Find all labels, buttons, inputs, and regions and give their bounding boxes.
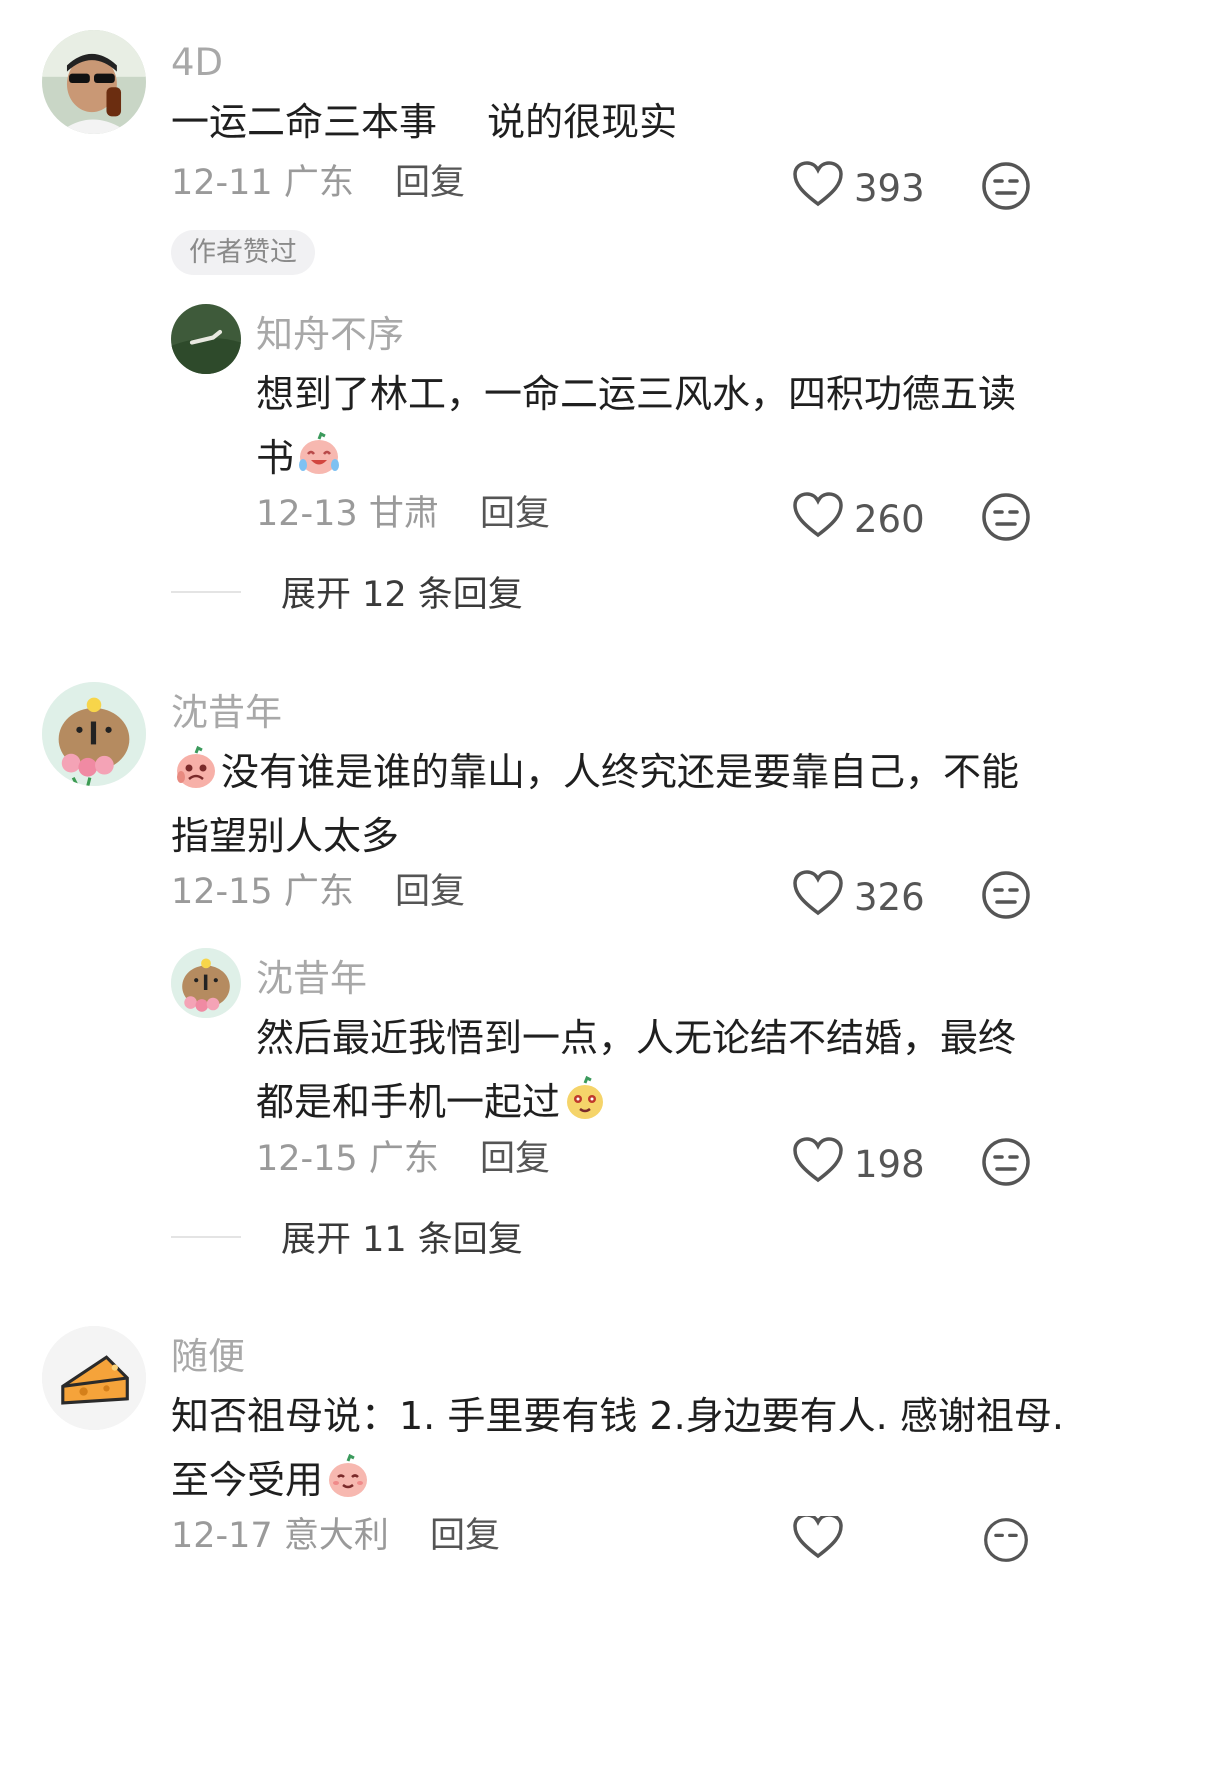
shy-peach-emoji-icon — [329, 1453, 368, 1497]
meh-face-icon — [982, 162, 1030, 210]
reply-button[interactable]: 回复 — [395, 163, 465, 203]
comment-meta: 12-15 广东 回复 — [171, 875, 465, 910]
username[interactable]: 知舟不序 — [256, 316, 404, 353]
comment-date: 12-15 — [171, 872, 273, 912]
crying-laugh-emoji-icon — [299, 431, 340, 474]
meh-face-icon — [982, 1138, 1030, 1186]
username[interactable]: 4D — [171, 44, 223, 81]
divider-line — [171, 1235, 241, 1238]
dislike-button[interactable] — [980, 491, 1032, 543]
comment-date: 12-11 — [171, 163, 273, 203]
comment-location: 广东 — [368, 1139, 439, 1179]
expand-replies-label: 展开 11 条回复 — [281, 1220, 523, 1260]
comment-text: 没有谁是谁的靠山，人终究还是要靠自己，不能 指望别人太多 — [171, 740, 1051, 868]
comment-text-line: 至今受用 — [171, 1448, 1071, 1512]
comment-location: 广东 — [283, 872, 354, 912]
expand-replies-button[interactable]: 展开 11 条回复 — [171, 1211, 523, 1262]
meh-face-icon — [984, 1518, 1028, 1562]
comment-date: 12-17 — [171, 1516, 273, 1556]
heart-outline-icon — [792, 1516, 844, 1564]
heart-outline-icon — [792, 160, 844, 217]
comment-text-line: 指望别人太多 — [171, 814, 400, 858]
comment-text-line: 然后最近我悟到一点，人无论结不结婚，最终 — [256, 1016, 1017, 1060]
dislike-button[interactable] — [980, 1136, 1032, 1188]
comment-meta: 12-13 甘肃 回复 — [256, 497, 550, 532]
username[interactable]: 沈昔年 — [256, 960, 367, 997]
like-count: 260 — [854, 498, 925, 541]
comment-text-line: 都是和手机一起过 — [256, 1070, 1036, 1134]
comment-text-line: 知否祖母说：1. 手里要有钱 2.身边要有人. 感谢祖母. — [171, 1394, 1064, 1438]
avatar[interactable] — [42, 682, 146, 786]
comment-meta: 12-17 意大利 回复 — [171, 1519, 500, 1554]
comment-text: 一运二命三本事 说的很现实 — [171, 100, 678, 144]
like-count: 198 — [854, 1143, 925, 1186]
like-button[interactable]: 260 — [792, 491, 925, 548]
like-count: 393 — [854, 167, 925, 210]
comment-date: 12-13 — [256, 494, 358, 534]
reply-button[interactable]: 回复 — [430, 1516, 500, 1556]
like-count: 326 — [854, 876, 925, 919]
dislike-button[interactable] — [980, 1516, 1032, 1564]
comment-text: 想到了林工，一命二运三风水，四积功德五读 书 — [256, 362, 1036, 490]
like-button[interactable] — [792, 1516, 844, 1564]
avatar[interactable] — [42, 30, 146, 134]
meh-face-icon — [982, 871, 1030, 919]
heart-outline-icon — [792, 1136, 844, 1193]
comment-location: 意大利 — [283, 1516, 389, 1556]
comment-text-line: 没有谁是谁的靠山，人终究还是要靠自己，不能 — [171, 740, 1051, 804]
author-liked-badge: 作者赞过 — [171, 230, 315, 275]
divider-line — [171, 590, 241, 593]
reply-button[interactable]: 回复 — [395, 872, 465, 912]
reply-button[interactable]: 回复 — [480, 1139, 550, 1179]
like-button[interactable]: 326 — [792, 869, 925, 926]
username[interactable]: 沈昔年 — [171, 694, 282, 731]
smug-pear-emoji-icon — [567, 1075, 604, 1119]
expand-replies-label: 展开 12 条回复 — [281, 575, 523, 615]
like-button[interactable]: 393 — [792, 160, 925, 217]
comment-date: 12-15 — [256, 1139, 358, 1179]
comment-text-line: 想到了林工，一命二运三风水，四积功德五读 — [256, 372, 1017, 416]
heart-outline-icon — [792, 869, 844, 926]
avatar[interactable] — [171, 304, 241, 374]
comment-location: 广东 — [283, 163, 354, 203]
comment-location: 甘肃 — [368, 494, 439, 534]
avatar[interactable] — [171, 948, 241, 1018]
comment-meta: 12-15 广东 回复 — [256, 1142, 550, 1177]
sad-peach-emoji-icon — [177, 745, 215, 788]
meh-face-icon — [982, 493, 1030, 541]
comment-meta: 12-11 广东 回复 — [171, 166, 465, 201]
comment-text-line: 书 — [256, 426, 1036, 490]
heart-outline-icon — [792, 491, 844, 548]
comment-text: 然后最近我悟到一点，人无论结不结婚，最终 都是和手机一起过 — [256, 1006, 1036, 1134]
like-button[interactable]: 198 — [792, 1136, 925, 1193]
username[interactable]: 随便 — [171, 1338, 245, 1375]
dislike-button[interactable] — [980, 160, 1032, 212]
comment-text: 知否祖母说：1. 手里要有钱 2.身边要有人. 感谢祖母. 至今受用 — [171, 1384, 1071, 1512]
dislike-button[interactable] — [980, 869, 1032, 921]
expand-replies-button[interactable]: 展开 12 条回复 — [171, 566, 523, 617]
reply-button[interactable]: 回复 — [480, 494, 550, 534]
avatar[interactable] — [42, 1326, 146, 1430]
